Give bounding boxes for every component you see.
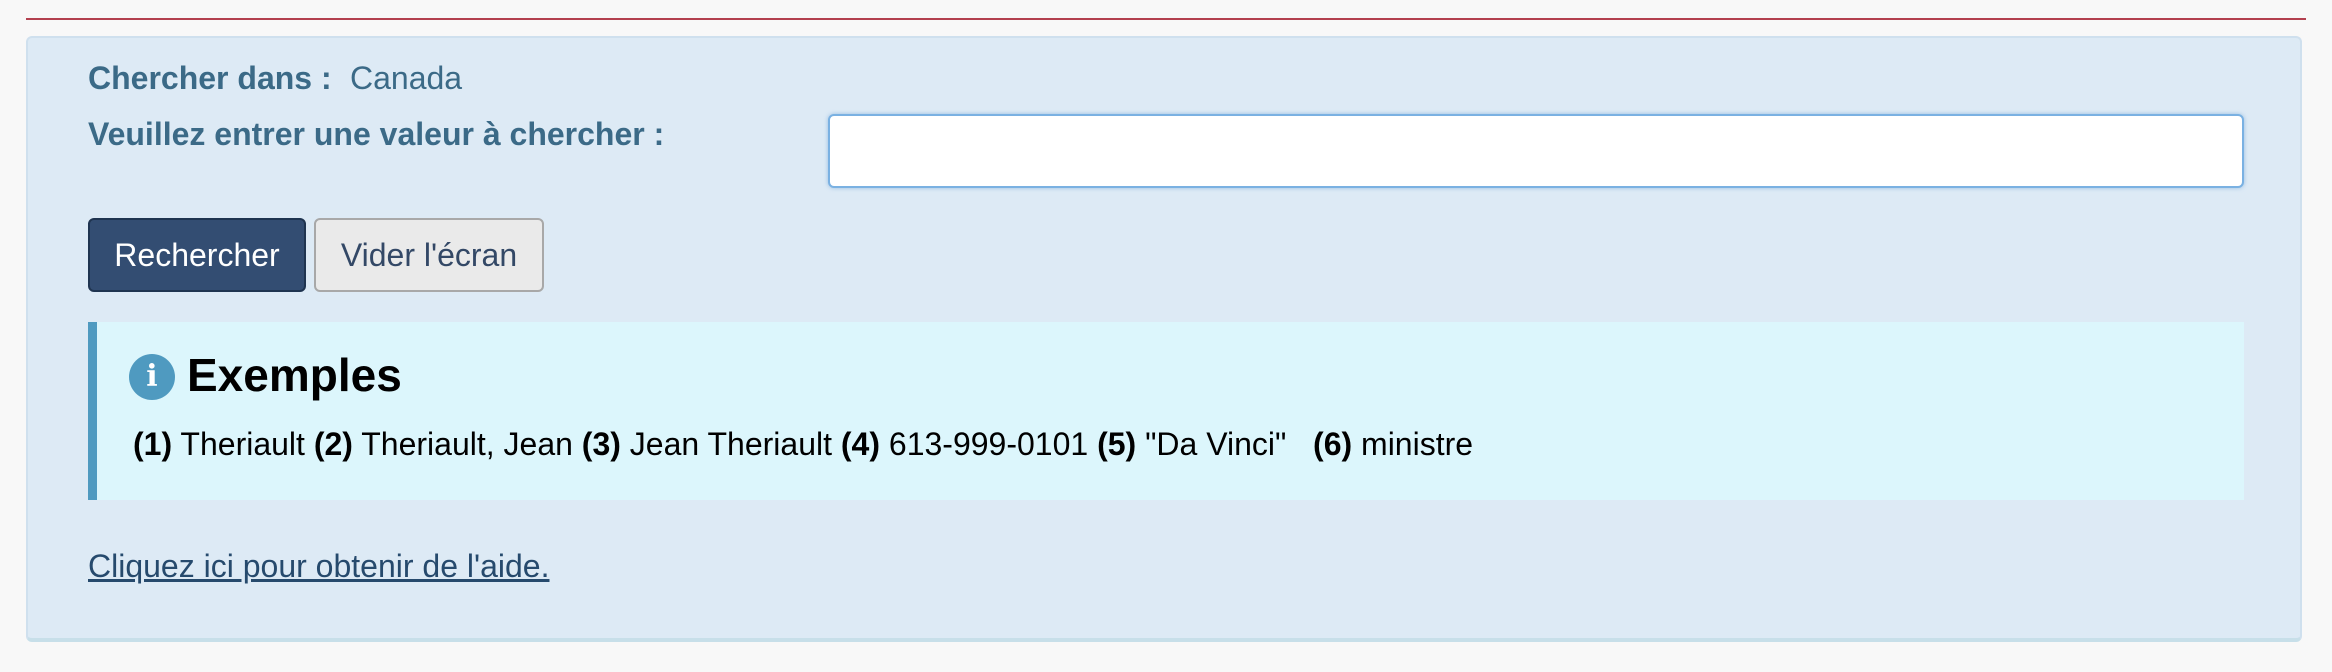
example-number: (5) xyxy=(1097,426,1137,462)
example-number: (6) xyxy=(1313,426,1353,462)
examples-list: (1) Theriault (2) Theriault, Jean (3) Je… xyxy=(133,426,1473,463)
example-text: Theriault, Jean xyxy=(352,426,582,462)
search-button[interactable]: Rechercher xyxy=(88,218,306,292)
example-text: Jean Theriault xyxy=(620,426,841,462)
example-text: Theriault xyxy=(172,426,314,462)
search-field-label: Veuillez entrer une valeur à chercher : xyxy=(88,116,665,152)
top-divider xyxy=(26,18,2306,20)
help-link[interactable]: Cliquez ici pour obtenir de l'aide. xyxy=(88,548,549,585)
examples-title: Exemples xyxy=(187,349,402,401)
examples-box: i Exemples (1) Theriault (2) Theriault, … xyxy=(88,322,2244,500)
example-number: (3) xyxy=(581,426,621,462)
search-scope-label: Chercher dans : xyxy=(88,60,332,96)
example-text: "Da Vinci" xyxy=(1136,426,1314,462)
example-text: ministre xyxy=(1352,426,1474,462)
example-number: (1) xyxy=(133,426,173,462)
example-text: 613-999-0101 xyxy=(880,426,1098,462)
info-icon: i xyxy=(129,354,175,400)
search-scope-value: Canada xyxy=(350,60,463,96)
search-input[interactable] xyxy=(828,114,2244,188)
example-number: (4) xyxy=(840,426,880,462)
clear-screen-button[interactable]: Vider l'écran xyxy=(314,218,544,292)
example-number: (2) xyxy=(313,426,353,462)
